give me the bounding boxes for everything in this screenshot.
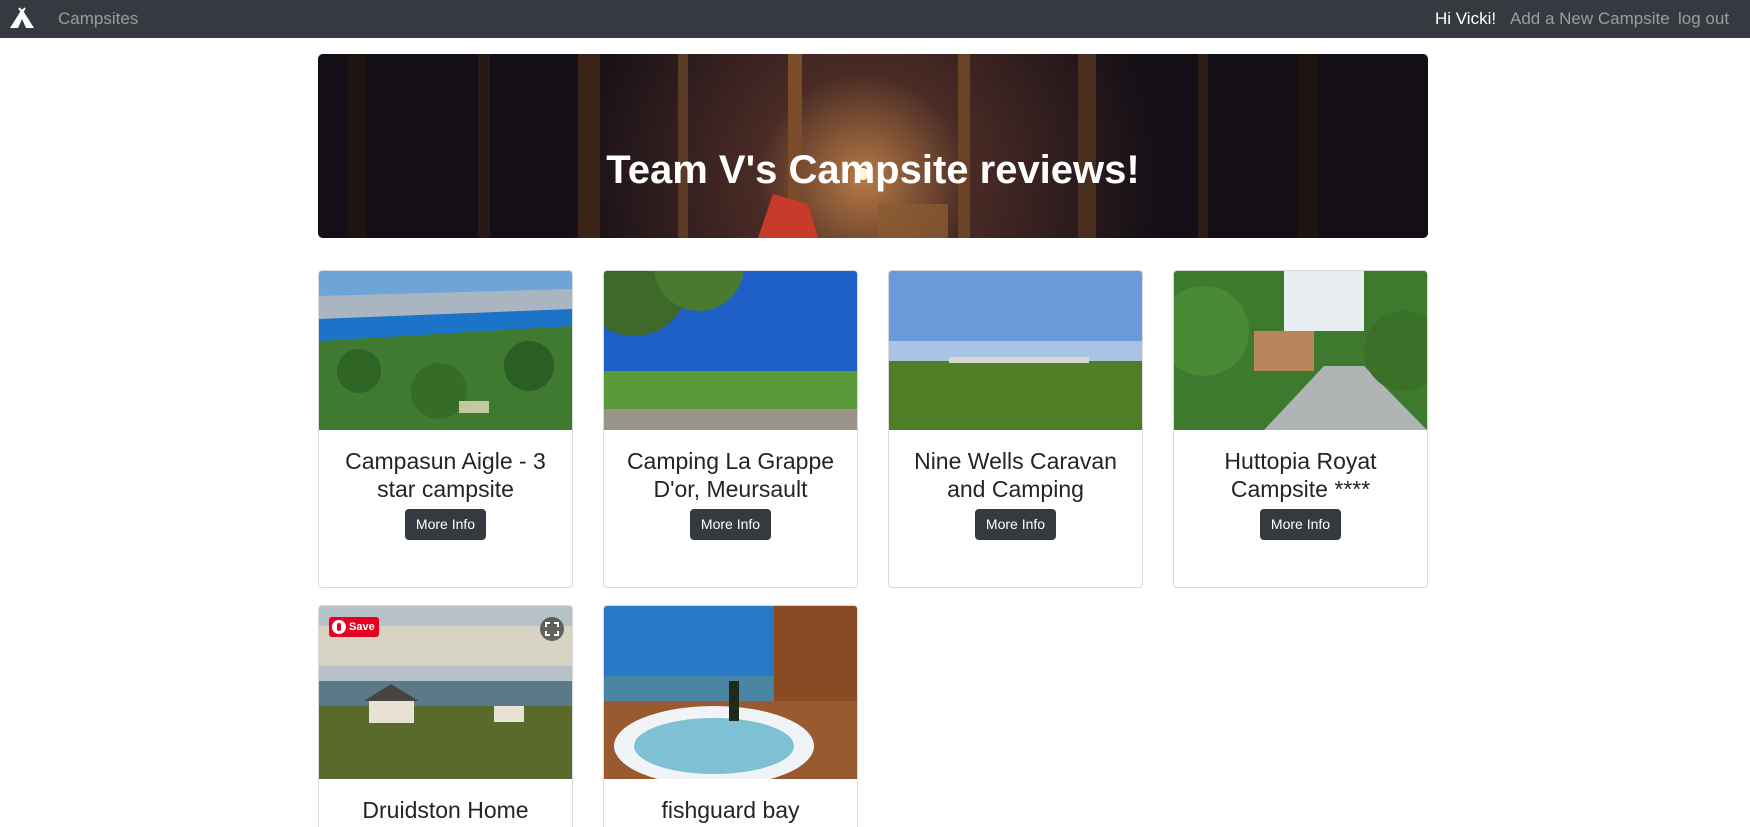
campground-card: Camping La Grappe D'or, Meursault More I… (603, 270, 858, 588)
pinterest-save-label: Save (349, 621, 375, 633)
forest-night-image (318, 54, 1428, 238)
expand-icon[interactable] (540, 617, 564, 641)
pinterest-save-button[interactable]: Save (329, 617, 379, 637)
campground-title: Camping La Grappe D'or, Meursault (626, 448, 835, 502)
campground-title: fishguard bay (661, 797, 800, 823)
brand-link[interactable]: Campsites (58, 9, 138, 29)
page-title: Team V's Campsite reviews! (606, 148, 1140, 192)
campground-card: Save Druidston Home (318, 605, 573, 827)
campground-image[interactable] (889, 271, 1142, 430)
campground-title: Campasun Aigle - 3 star campsite (345, 448, 546, 502)
logout-link[interactable]: log out (1678, 9, 1729, 29)
top-navbar: Campsites Hi Vicki! Add a New Campsite l… (0, 0, 1750, 38)
more-info-button[interactable]: More Info (690, 509, 771, 540)
add-campsite-link[interactable]: Add a New Campsite (1510, 9, 1670, 29)
campground-title: Nine Wells Caravan and Camping (914, 448, 1117, 502)
more-info-button[interactable]: More Info (975, 509, 1056, 540)
campground-card: Campasun Aigle - 3 star campsite More In… (318, 270, 573, 588)
campground-card: fishguard bay (603, 605, 858, 827)
campground-image[interactable] (319, 271, 572, 430)
more-info-button[interactable]: More Info (405, 509, 486, 540)
more-info-button[interactable]: More Info (1260, 509, 1341, 540)
campground-image[interactable] (1174, 271, 1427, 430)
hero-banner: Team V's Campsite reviews! (318, 54, 1428, 238)
campground-card: Huttopia Royat Campsite **** More Info (1173, 270, 1428, 588)
camp-tent-icon[interactable] (9, 7, 35, 29)
campground-image[interactable] (604, 271, 857, 430)
campground-card: Nine Wells Caravan and Camping More Info (888, 270, 1143, 588)
pinterest-icon (332, 620, 346, 634)
campground-title: Druidston Home (362, 797, 529, 823)
user-greeting: Hi Vicki! (1435, 9, 1497, 28)
campground-title: Huttopia Royat Campsite **** (1224, 448, 1377, 502)
campground-image[interactable] (604, 606, 857, 779)
